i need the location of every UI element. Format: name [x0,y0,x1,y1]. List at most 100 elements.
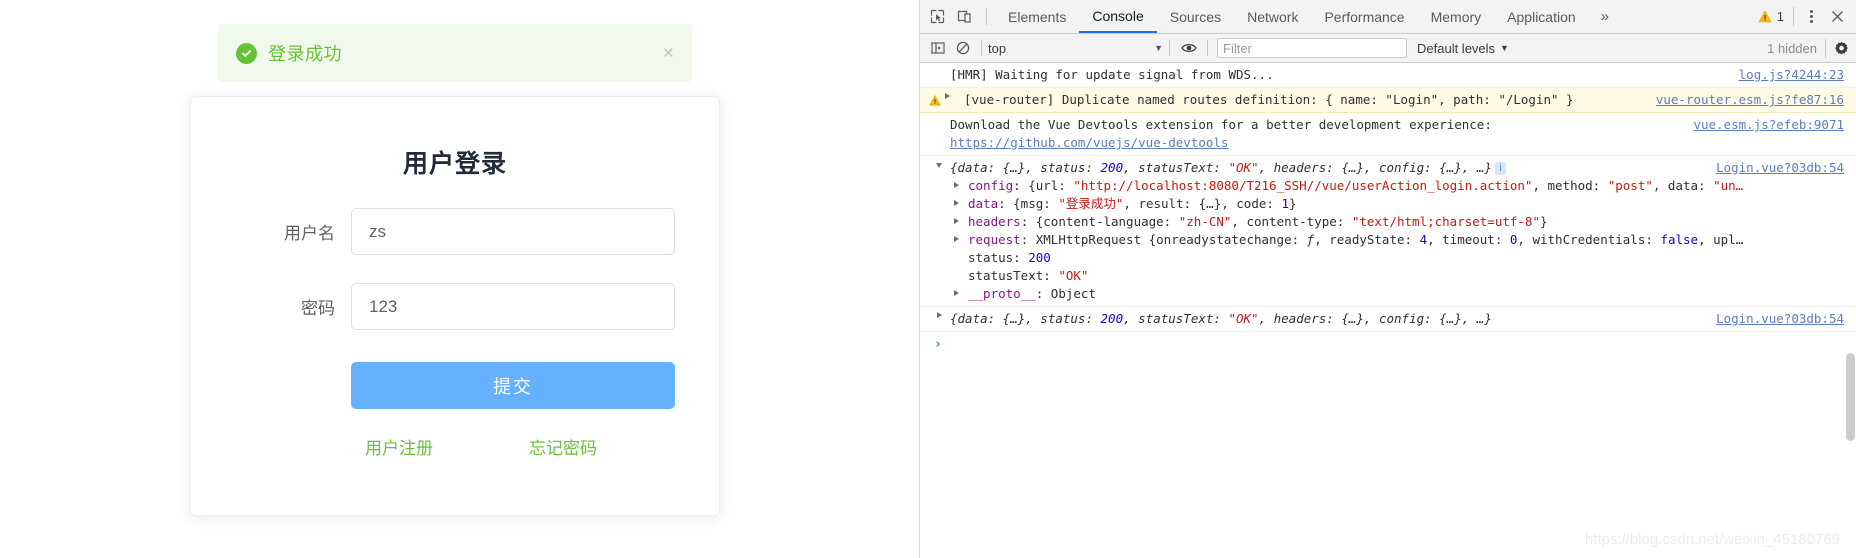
hidden-messages-count[interactable]: 1 hidden [1767,41,1817,56]
filter-input[interactable] [1217,38,1407,58]
expand-arrow-icon[interactable] [945,93,950,99]
console-scrollbar-thumb[interactable] [1846,353,1855,441]
console-message-hmr[interactable]: log.js?4244:23 [HMR] Waiting for update … [920,63,1856,88]
object-value-statustext: "OK" [1058,268,1089,283]
tab-console[interactable]: Console [1079,0,1157,33]
kebab-menu-icon[interactable] [1798,10,1824,23]
console-message-response-collapsed[interactable]: Login.vue?03db:54 {data: {…}, status: 20… [920,307,1856,332]
submit-spacer [191,362,351,409]
tab-application[interactable]: Application [1494,0,1589,33]
tab-performance[interactable]: Performance [1311,0,1417,33]
expand-arrow-icon-headers[interactable] [954,218,959,224]
object-key-data: data [968,196,999,211]
devtools-toolbar: Elements Console Sources Network Perform… [920,0,1856,34]
filterbar-divider-3 [1207,40,1208,56]
prompt-caret-icon: › [934,337,942,352]
object-key-headers: headers [968,214,1021,229]
tab-memory[interactable]: Memory [1418,0,1495,33]
register-link[interactable]: 用户注册 [365,434,433,459]
live-expression-icon[interactable] [1176,37,1201,60]
collapse-arrow-icon[interactable] [936,163,942,171]
object-row-status: status: 200 [968,250,1051,265]
console-filter-bar: top ▼ Default levels ▼ 1 hidden [920,34,1856,63]
expand-arrow-icon-request[interactable] [954,236,959,242]
message-source-link[interactable]: log.js?4244:23 [1739,66,1844,84]
warning-count: 1 [1776,9,1784,24]
check-circle-icon [236,42,257,64]
object-row-headers[interactable]: headers: {content-language: "zh-CN", con… [950,213,1844,231]
object-row-request[interactable]: request: XMLHttpRequest {onreadystatecha… [950,231,1844,249]
filterbar-right-group: 1 hidden [1767,38,1849,58]
auth-links: 用户注册 忘记密码 [351,434,675,459]
object-row-statustext: statusText: "OK" [968,268,1089,283]
console-message-vue-router-warning[interactable]: vue-router.esm.js?fe87:16 [vue-router] D… [920,88,1856,113]
page-title: 用户登录 [402,150,507,178]
object-key-proto: __proto__ [968,286,1036,301]
object-key-config: config [968,178,1014,193]
links-spacer [191,434,351,459]
expand-arrow-icon-data[interactable] [954,200,959,206]
toolbar-right-group: 1 [1758,4,1850,30]
message-text-3-line1: Download the Vue Devtools extension for … [950,117,1492,132]
log-levels-select[interactable]: Default levels ▼ [1417,41,1509,56]
expanded-object-summary-row: {data: {…}, status: 200, statusText: "OK… [950,159,1844,177]
submit-button[interactable]: 提交 [351,362,675,409]
chevron-down-icon-levels: ▼ [1500,43,1509,53]
login-card: 用户登录 用户名 密码 提交 用户注册 忘记密码 [190,96,720,516]
forgot-password-link[interactable]: 忘记密码 [529,434,597,459]
more-tabs-icon[interactable]: » [1589,0,1621,33]
inspect-element-icon[interactable] [924,4,951,30]
message-source-link-4[interactable]: Login.vue?03db:54 [1716,159,1844,177]
message-source-link-5[interactable]: Login.vue?03db:54 [1716,310,1844,328]
object-row-data[interactable]: data: {msg: "登录成功", result: {…}, code: 1… [950,195,1844,213]
filterbar-divider-2 [1169,40,1170,56]
warning-triangle-icon [1758,10,1772,23]
console-sidebar-icon[interactable] [925,37,950,60]
devtools-tab-list: Elements Console Sources Network Perform… [995,0,1621,33]
form-row-username: 用户名 [191,208,719,255]
form-row-password: 密码 [191,283,719,330]
password-input[interactable] [351,283,675,330]
toolbar-divider [986,8,987,25]
username-input[interactable] [351,208,675,255]
info-badge-icon[interactable]: i [1494,162,1506,175]
expand-arrow-icon-collapsed[interactable] [937,312,942,318]
alert-close-button[interactable]: × [663,44,674,63]
log-levels-value: Default levels [1417,40,1496,56]
object-key-status: status [968,250,1014,265]
close-icon[interactable] [1824,4,1850,30]
warning-triangle-icon-row [929,93,941,111]
execution-context-value: top [988,40,1007,56]
object-row-proto[interactable]: __proto__: Object [950,285,1844,303]
object-row-config[interactable]: config: {url: "http://localhost:8080/T21… [950,177,1844,195]
object-value-proto: Object [1050,286,1096,301]
console-message-response-expanded[interactable]: Login.vue?03db:54 {data: {…}, status: 20… [920,156,1856,307]
object-value-status: 200 [1028,250,1051,265]
tab-sources[interactable]: Sources [1157,0,1234,33]
form-row-submit: 提交 [191,362,719,409]
device-toolbar-icon[interactable] [951,4,978,30]
console-messages-area[interactable]: log.js?4244:23 [HMR] Waiting for update … [920,63,1856,558]
console-message-vue-devtools[interactable]: vue.esm.js?efeb:9071 Download the Vue De… [920,113,1856,156]
expand-arrow-icon-config[interactable] [954,182,959,188]
tab-network[interactable]: Network [1234,0,1311,33]
clear-console-icon[interactable] [950,37,975,60]
object-key-statustext: statusText [968,268,1044,283]
tab-elements[interactable]: Elements [995,0,1079,33]
toolbar-divider-2 [1793,7,1794,26]
collapsed-object-summary: {data: {…}, status: 200, statusText: "OK… [950,311,1492,326]
username-label: 用户名 [284,224,335,243]
devtools-panel: Elements Console Sources Network Perform… [920,0,1856,558]
gear-icon[interactable] [1834,41,1849,56]
message-text: [HMR] Waiting for update signal from WDS… [950,67,1274,82]
message-source-link-3[interactable]: vue.esm.js?efeb:9071 [1693,116,1844,134]
execution-context-select[interactable]: top ▼ [988,41,1163,56]
success-alert: 登录成功 × [218,24,692,82]
warning-count-badge[interactable]: 1 [1758,9,1793,24]
browser-page-viewport: 登录成功 × 用户登录 用户名 密码 提交 用户注册 忘记密码 [0,0,920,558]
vue-devtools-url-link[interactable]: https://github.com/vuejs/vue-devtools [950,135,1228,150]
message-source-link-2[interactable]: vue-router.esm.js?fe87:16 [1656,91,1844,109]
alert-message: 登录成功 [268,44,342,64]
expand-arrow-icon-proto[interactable] [954,290,959,296]
console-prompt[interactable]: › [920,332,1856,352]
